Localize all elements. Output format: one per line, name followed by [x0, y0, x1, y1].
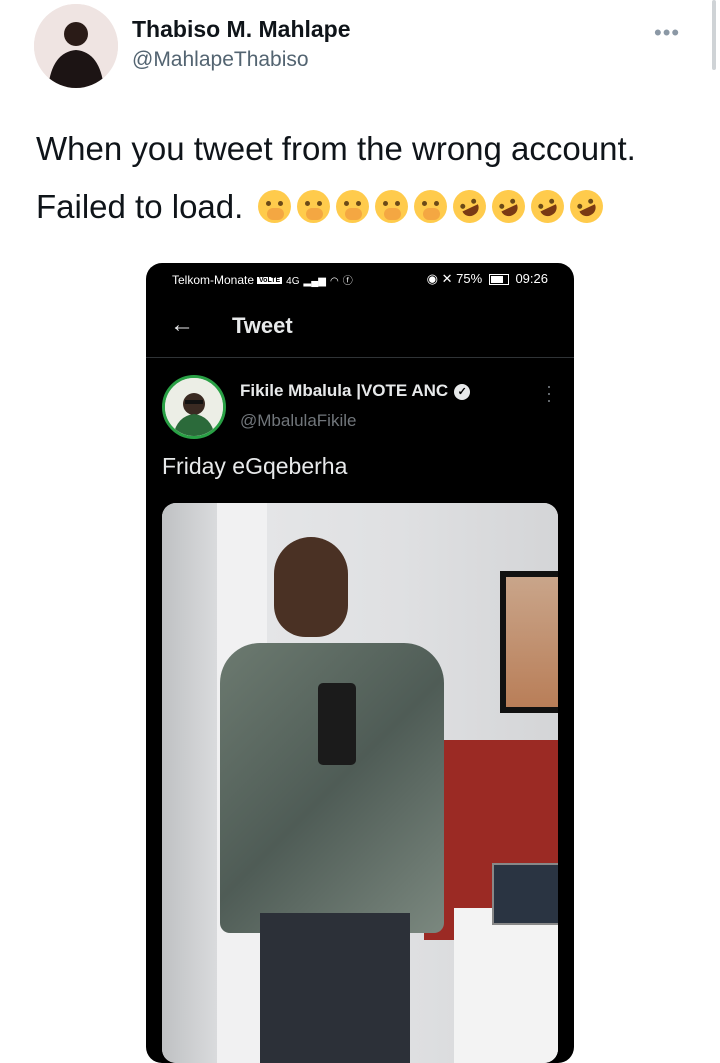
face-with-hand-over-mouth-icon	[375, 189, 409, 223]
carrier-label: Telkom-Monate VoLTE 4G ▂▄▆ ◠ ⓕ	[172, 272, 353, 287]
tweet-line-2: Failed to load.	[36, 178, 636, 236]
photo-phone	[318, 683, 356, 765]
photo-person-legs	[260, 913, 410, 1063]
bell-off-icon: ✕	[441, 271, 453, 286]
photo-picture	[506, 577, 558, 707]
tweet-line-1: When you tweet from the wrong account.	[36, 130, 636, 167]
face-with-hand-over-mouth-icon	[336, 189, 370, 223]
tweet-line-2-text: Failed to load.	[36, 188, 244, 225]
face-with-hand-over-mouth-icon	[414, 189, 448, 223]
photo-picture-frame	[500, 571, 558, 713]
photo-person	[220, 537, 444, 1063]
rolling-on-floor-laughing-icon	[565, 184, 609, 229]
carrier-name: Telkom-Monate	[172, 273, 255, 287]
volte-badge: VoLTE	[257, 277, 283, 285]
inner-author-handle[interactable]: @MbalulaFikile	[240, 411, 356, 431]
clock: 09:26	[515, 271, 548, 286]
status-right: ◉ ✕ 75% 09:26	[427, 271, 548, 287]
tweet-body: When you tweet from the wrong account. F…	[36, 120, 636, 236]
tweet-header: ← Tweet	[146, 297, 574, 358]
face-with-hand-over-mouth-icon	[297, 189, 331, 223]
facebook-icon: ⓕ	[342, 276, 353, 287]
inner-more-options-icon[interactable]: · · ·	[546, 377, 552, 409]
face-with-hand-over-mouth-icon	[258, 189, 292, 223]
verified-check-icon: ✓	[454, 383, 471, 400]
rolling-on-floor-laughing-icon	[448, 184, 492, 229]
inner-author-avatar[interactable]	[162, 375, 226, 439]
network-type: 4G	[286, 276, 300, 287]
arrow-left-icon[interactable]: ←	[170, 311, 194, 339]
status-bar: Telkom-Monate VoLTE 4G ▂▄▆ ◠ ⓕ ◉ ✕ 75% 09:26	[146, 263, 574, 293]
page-title: Tweet	[232, 313, 293, 338]
rolling-on-floor-laughing-icon	[526, 184, 570, 229]
battery-percent: 75%	[456, 271, 483, 286]
photo-person-head	[274, 537, 348, 637]
more-options-icon[interactable]: •••	[654, 20, 680, 46]
page-scrollbar[interactable]	[712, 0, 716, 70]
author-name[interactable]: Thabiso M. Mahlape	[132, 16, 351, 43]
embedded-phone-screenshot[interactable]: Telkom-Monate VoLTE 4G ▂▄▆ ◠ ⓕ ◉ ✕ 75% 09:26 …	[146, 263, 574, 1063]
author-avatar[interactable]	[34, 4, 118, 88]
signal-icon: ▂▄▆	[303, 276, 326, 287]
photo-laptop	[492, 863, 558, 925]
tweet-photo[interactable]	[162, 503, 558, 1063]
inner-tweet-text: Friday eGqeberha	[162, 453, 348, 479]
author-handle[interactable]: @MahlapeThabiso	[132, 48, 309, 72]
eye-icon: ◉	[426, 271, 439, 286]
inner-author-name-text: Fikile Mbalula |VOTE ANC	[240, 381, 449, 400]
battery-icon	[488, 274, 509, 286]
inner-author-name[interactable]: Fikile Mbalula |VOTE ANC ✓	[240, 381, 471, 401]
photo-bed	[454, 908, 558, 1063]
wifi-icon: ◠	[329, 276, 339, 287]
rolling-on-floor-laughing-icon	[487, 184, 531, 229]
